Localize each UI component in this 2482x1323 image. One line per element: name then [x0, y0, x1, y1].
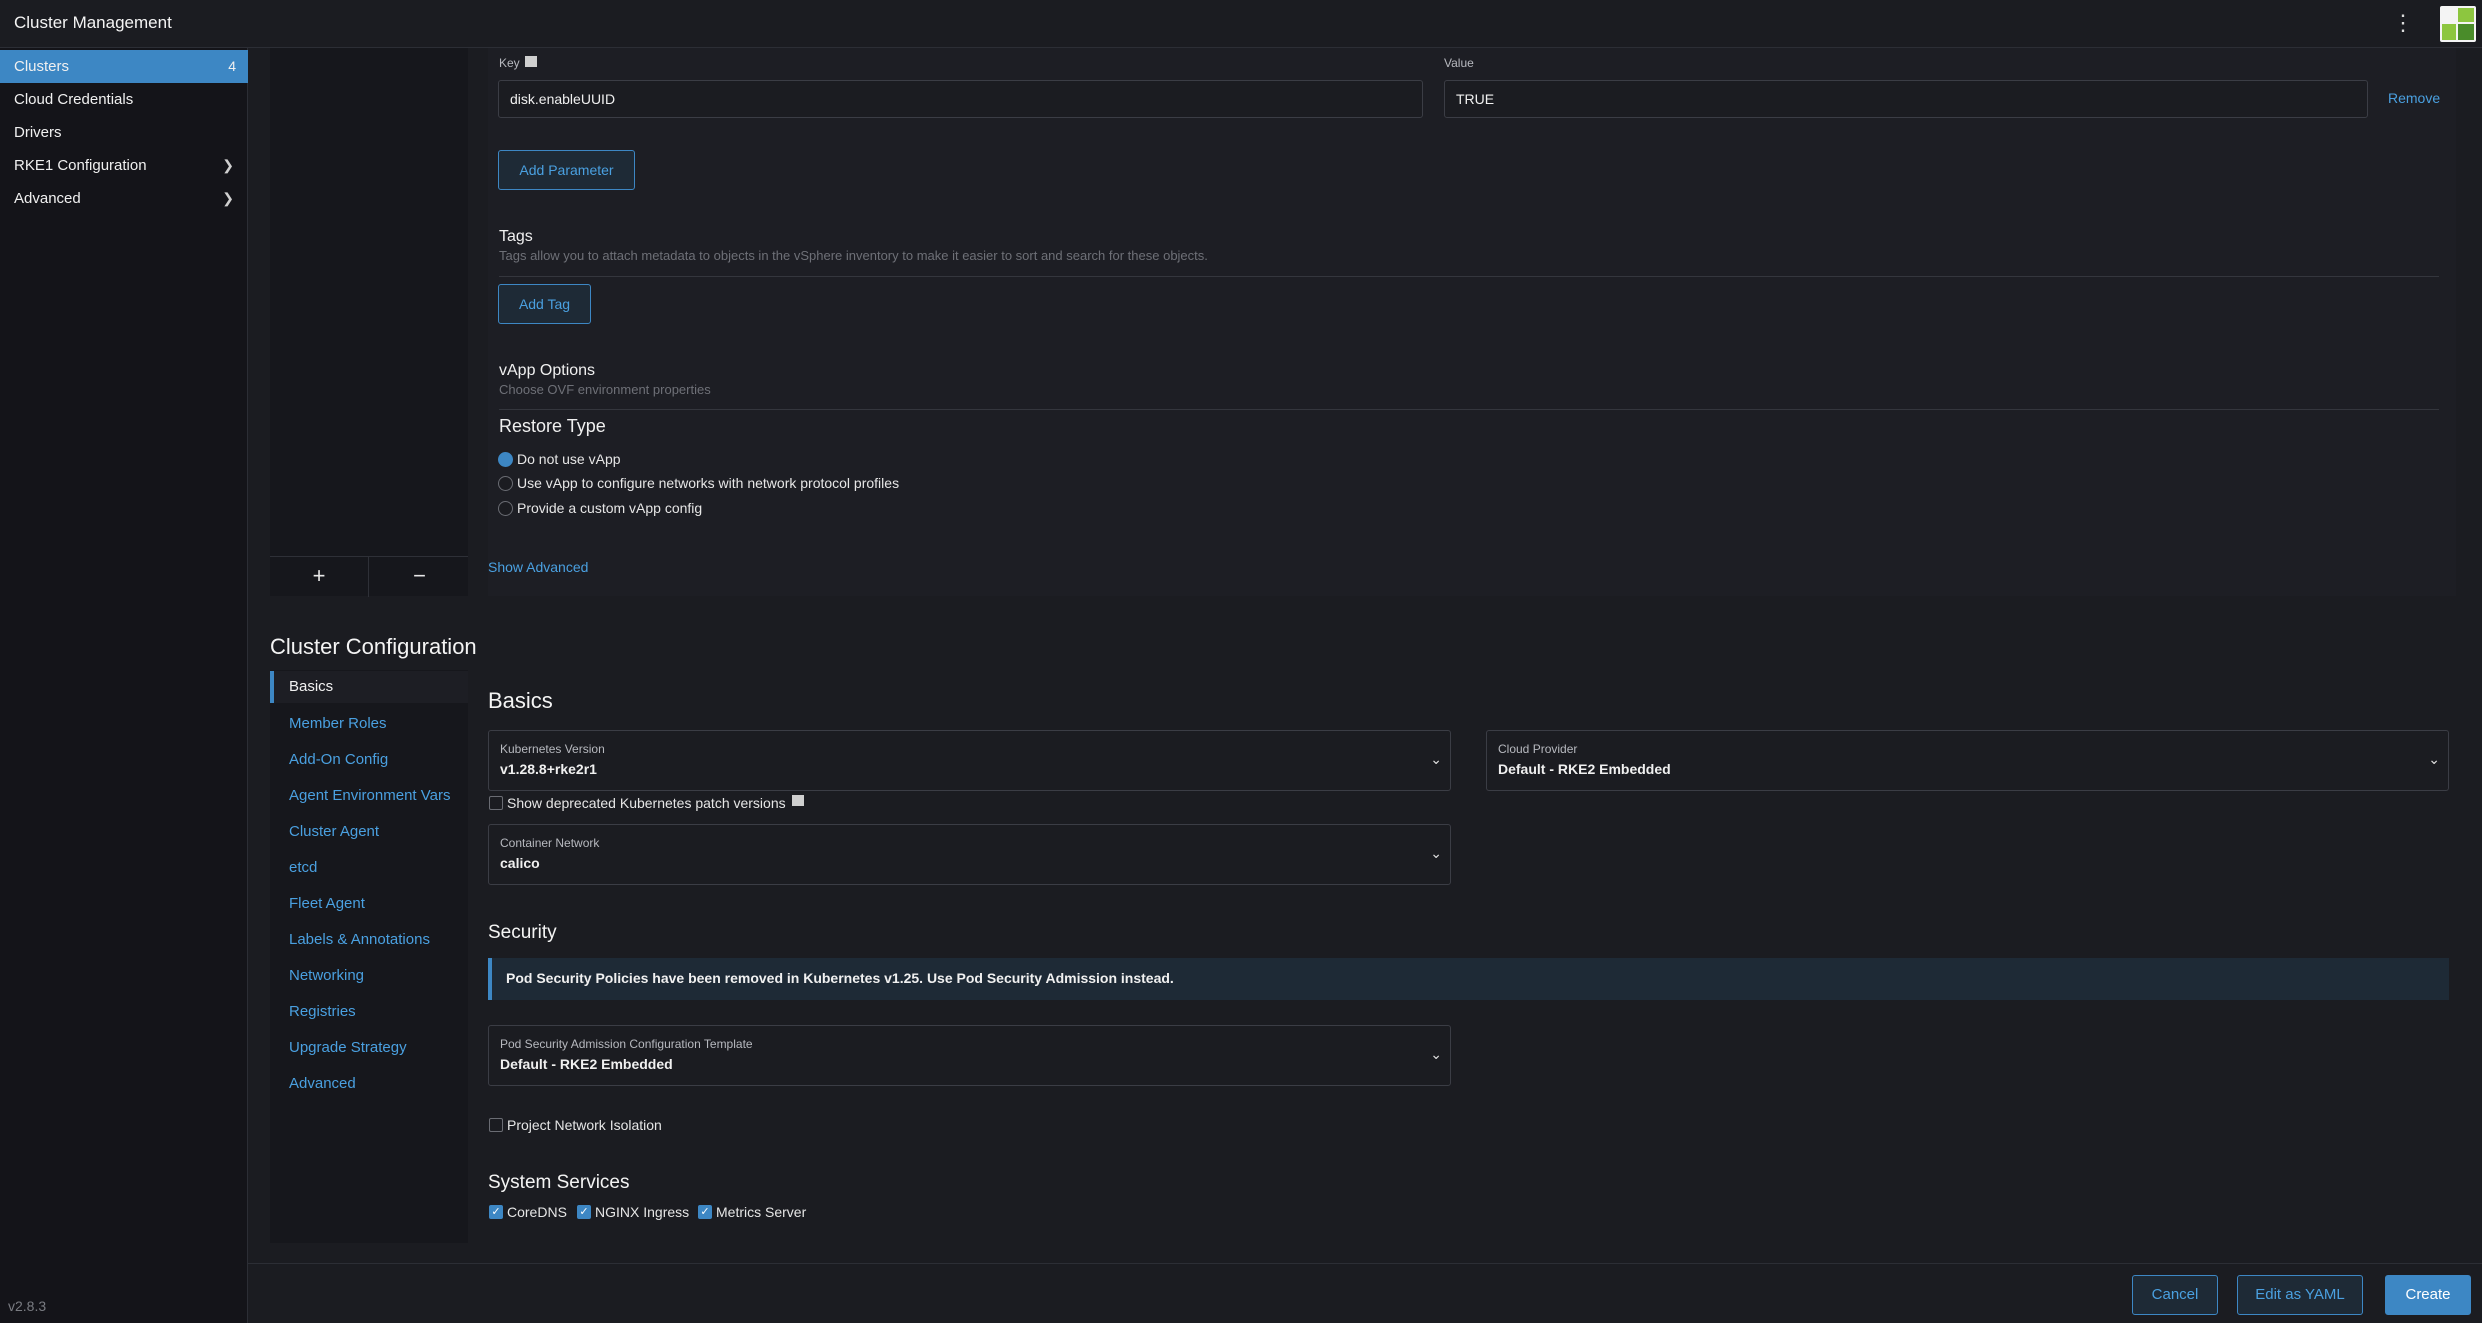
chevron-down-icon: ⌄: [1430, 1046, 1442, 1062]
basics-title: Basics: [488, 688, 553, 713]
sidebar-item-rke1-configuration[interactable]: RKE1 Configuration ❯: [0, 149, 248, 182]
tab-agent-environment-vars[interactable]: Agent Environment Vars: [270, 780, 468, 812]
clusters-count-badge: 4: [228, 58, 236, 74]
radio-label: Provide a custom vApp config: [517, 500, 703, 516]
machine-pool-list: [270, 48, 468, 596]
tab-labels-annotations[interactable]: Labels & Annotations: [270, 924, 468, 956]
add-tag-button[interactable]: Add Tag: [498, 284, 591, 324]
cluster-config-body: Basics Kubernetes Version v1.28.8+rke2r1…: [488, 670, 2456, 1243]
restore-type-title: Restore Type: [499, 416, 606, 436]
radio-button[interactable]: [498, 476, 513, 491]
select-value: v1.28.8+rke2r1: [500, 761, 597, 777]
value-label: Value: [1444, 56, 1474, 70]
kubernetes-version-select[interactable]: Kubernetes Version v1.28.8+rke2r1 ⌄: [488, 730, 1451, 791]
tab-registries[interactable]: Registries: [270, 996, 468, 1028]
form-footer: Cancel Edit as YAML Create: [248, 1263, 2482, 1323]
checkbox-label: Metrics Server: [716, 1204, 807, 1220]
chevron-down-icon: ⌄: [1430, 845, 1442, 861]
vapp-options-title: vApp Options: [499, 362, 596, 379]
cancel-button[interactable]: Cancel: [2132, 1275, 2218, 1315]
tab-add-on-config[interactable]: Add-On Config: [270, 744, 468, 776]
sidebar-item-label: Cloud Credentials: [14, 91, 134, 108]
banner-text: Pod Security Policies have been removed …: [506, 970, 1174, 986]
sidebar-item-label: Clusters: [14, 58, 70, 75]
select-label: Container Network: [500, 836, 600, 850]
show-advanced-link[interactable]: Show Advanced: [488, 559, 588, 575]
remove-pool-button[interactable]: −: [370, 557, 469, 597]
param-key-input[interactable]: disk.enableUUID: [498, 80, 1423, 118]
sidebar: Clusters 4 Cloud Credentials Drivers RKE…: [0, 48, 248, 1323]
sidebar-item-clusters[interactable]: Clusters 4: [0, 50, 248, 83]
machine-pool-content: Key Value disk.enableUUID TRUE Remove Ad…: [488, 48, 2456, 596]
psp-removed-banner: Pod Security Policies have been removed …: [488, 958, 2449, 1000]
info-icon: [791, 795, 804, 806]
add-pool-button[interactable]: +: [270, 557, 369, 597]
tab-networking[interactable]: Networking: [270, 960, 468, 992]
radio-label: Do not use vApp: [517, 451, 621, 467]
radio-button[interactable]: [498, 452, 513, 467]
edit-as-yaml-button[interactable]: Edit as YAML: [2237, 1275, 2363, 1315]
tab-cluster-agent[interactable]: Cluster Agent: [270, 816, 468, 848]
remove-param-link[interactable]: Remove: [2388, 90, 2440, 106]
cluster-config-tabs: Basics Member Roles Add-On Config Agent …: [270, 670, 468, 1243]
chevron-down-icon: ⌄: [1430, 751, 1442, 767]
sidebar-item-drivers[interactable]: Drivers: [0, 116, 248, 149]
tab-basics[interactable]: Basics: [270, 671, 468, 703]
radio-button[interactable]: [498, 501, 513, 516]
security-title: Security: [488, 922, 557, 943]
version-label: v2.8.3: [8, 1298, 47, 1314]
kebab-icon[interactable]: ⋮: [2392, 9, 2414, 37]
select-label: Cloud Provider: [1498, 742, 1578, 756]
select-value: Default - RKE2 Embedded: [500, 1056, 673, 1072]
select-value: calico: [500, 855, 540, 871]
sidebar-item-label: Advanced: [14, 190, 81, 207]
container-network-select[interactable]: Container Network calico ⌄: [488, 824, 1451, 885]
tab-upgrade-strategy[interactable]: Upgrade Strategy: [270, 1032, 468, 1064]
sidebar-item-label: RKE1 Configuration: [14, 157, 147, 174]
checkbox[interactable]: [489, 1118, 503, 1132]
checkbox[interactable]: ✓: [489, 1205, 503, 1219]
vapp-divider: [499, 409, 2439, 410]
chevron-right-icon: ❯: [222, 190, 234, 206]
app-title: Cluster Management: [14, 13, 172, 32]
tags-description: Tags allow you to attach metadata to obj…: [499, 248, 1208, 263]
vapp-options-description: Choose OVF environment properties: [499, 382, 711, 397]
param-value-input[interactable]: TRUE: [1444, 80, 2368, 118]
select-label: Pod Security Admission Configuration Tem…: [500, 1037, 753, 1051]
tab-fleet-agent[interactable]: Fleet Agent: [270, 888, 468, 920]
sidebar-item-label: Drivers: [14, 124, 62, 141]
key-label: Key: [499, 56, 538, 70]
sidebar-item-cloud-credentials[interactable]: Cloud Credentials: [0, 83, 248, 116]
checkbox-label: NGINX Ingress: [595, 1204, 690, 1220]
tab-etcd[interactable]: etcd: [270, 852, 468, 884]
info-icon: [525, 56, 538, 67]
checkbox-label: CoreDNS: [507, 1204, 567, 1220]
tab-advanced[interactable]: Advanced: [270, 1068, 468, 1100]
checkbox[interactable]: ✓: [698, 1205, 712, 1219]
tags-title: Tags: [499, 228, 533, 245]
avatar-icon[interactable]: [2440, 6, 2476, 42]
add-parameter-button[interactable]: Add Parameter: [498, 150, 635, 190]
chevron-down-icon: ⌄: [2428, 751, 2440, 767]
chevron-right-icon: ❯: [222, 157, 234, 173]
machine-pool-buttons: + −: [270, 556, 469, 597]
tags-divider: [499, 276, 2439, 277]
select-label: Kubernetes Version: [500, 742, 605, 756]
checkbox[interactable]: ✓: [577, 1205, 591, 1219]
cloud-provider-select[interactable]: Cloud Provider Default - RKE2 Embedded ⌄: [1486, 730, 2449, 791]
checkbox-label: Project Network Isolation: [507, 1117, 662, 1133]
top-header: Cluster Management ⋮: [0, 0, 2482, 48]
create-button[interactable]: Create: [2385, 1275, 2471, 1315]
cluster-configuration-title: Cluster Configuration: [270, 634, 477, 659]
radio-label: Use vApp to configure networks with netw…: [517, 475, 900, 491]
checkbox-label: Show deprecated Kubernetes patch version…: [507, 795, 804, 811]
select-value: Default - RKE2 Embedded: [1498, 761, 1671, 777]
pod-security-admission-select[interactable]: Pod Security Admission Configuration Tem…: [488, 1025, 1451, 1086]
tab-member-roles[interactable]: Member Roles: [270, 708, 468, 740]
sidebar-item-advanced[interactable]: Advanced ❯: [0, 182, 248, 215]
checkbox[interactable]: [489, 796, 503, 810]
system-services-title: System Services: [488, 1172, 630, 1193]
